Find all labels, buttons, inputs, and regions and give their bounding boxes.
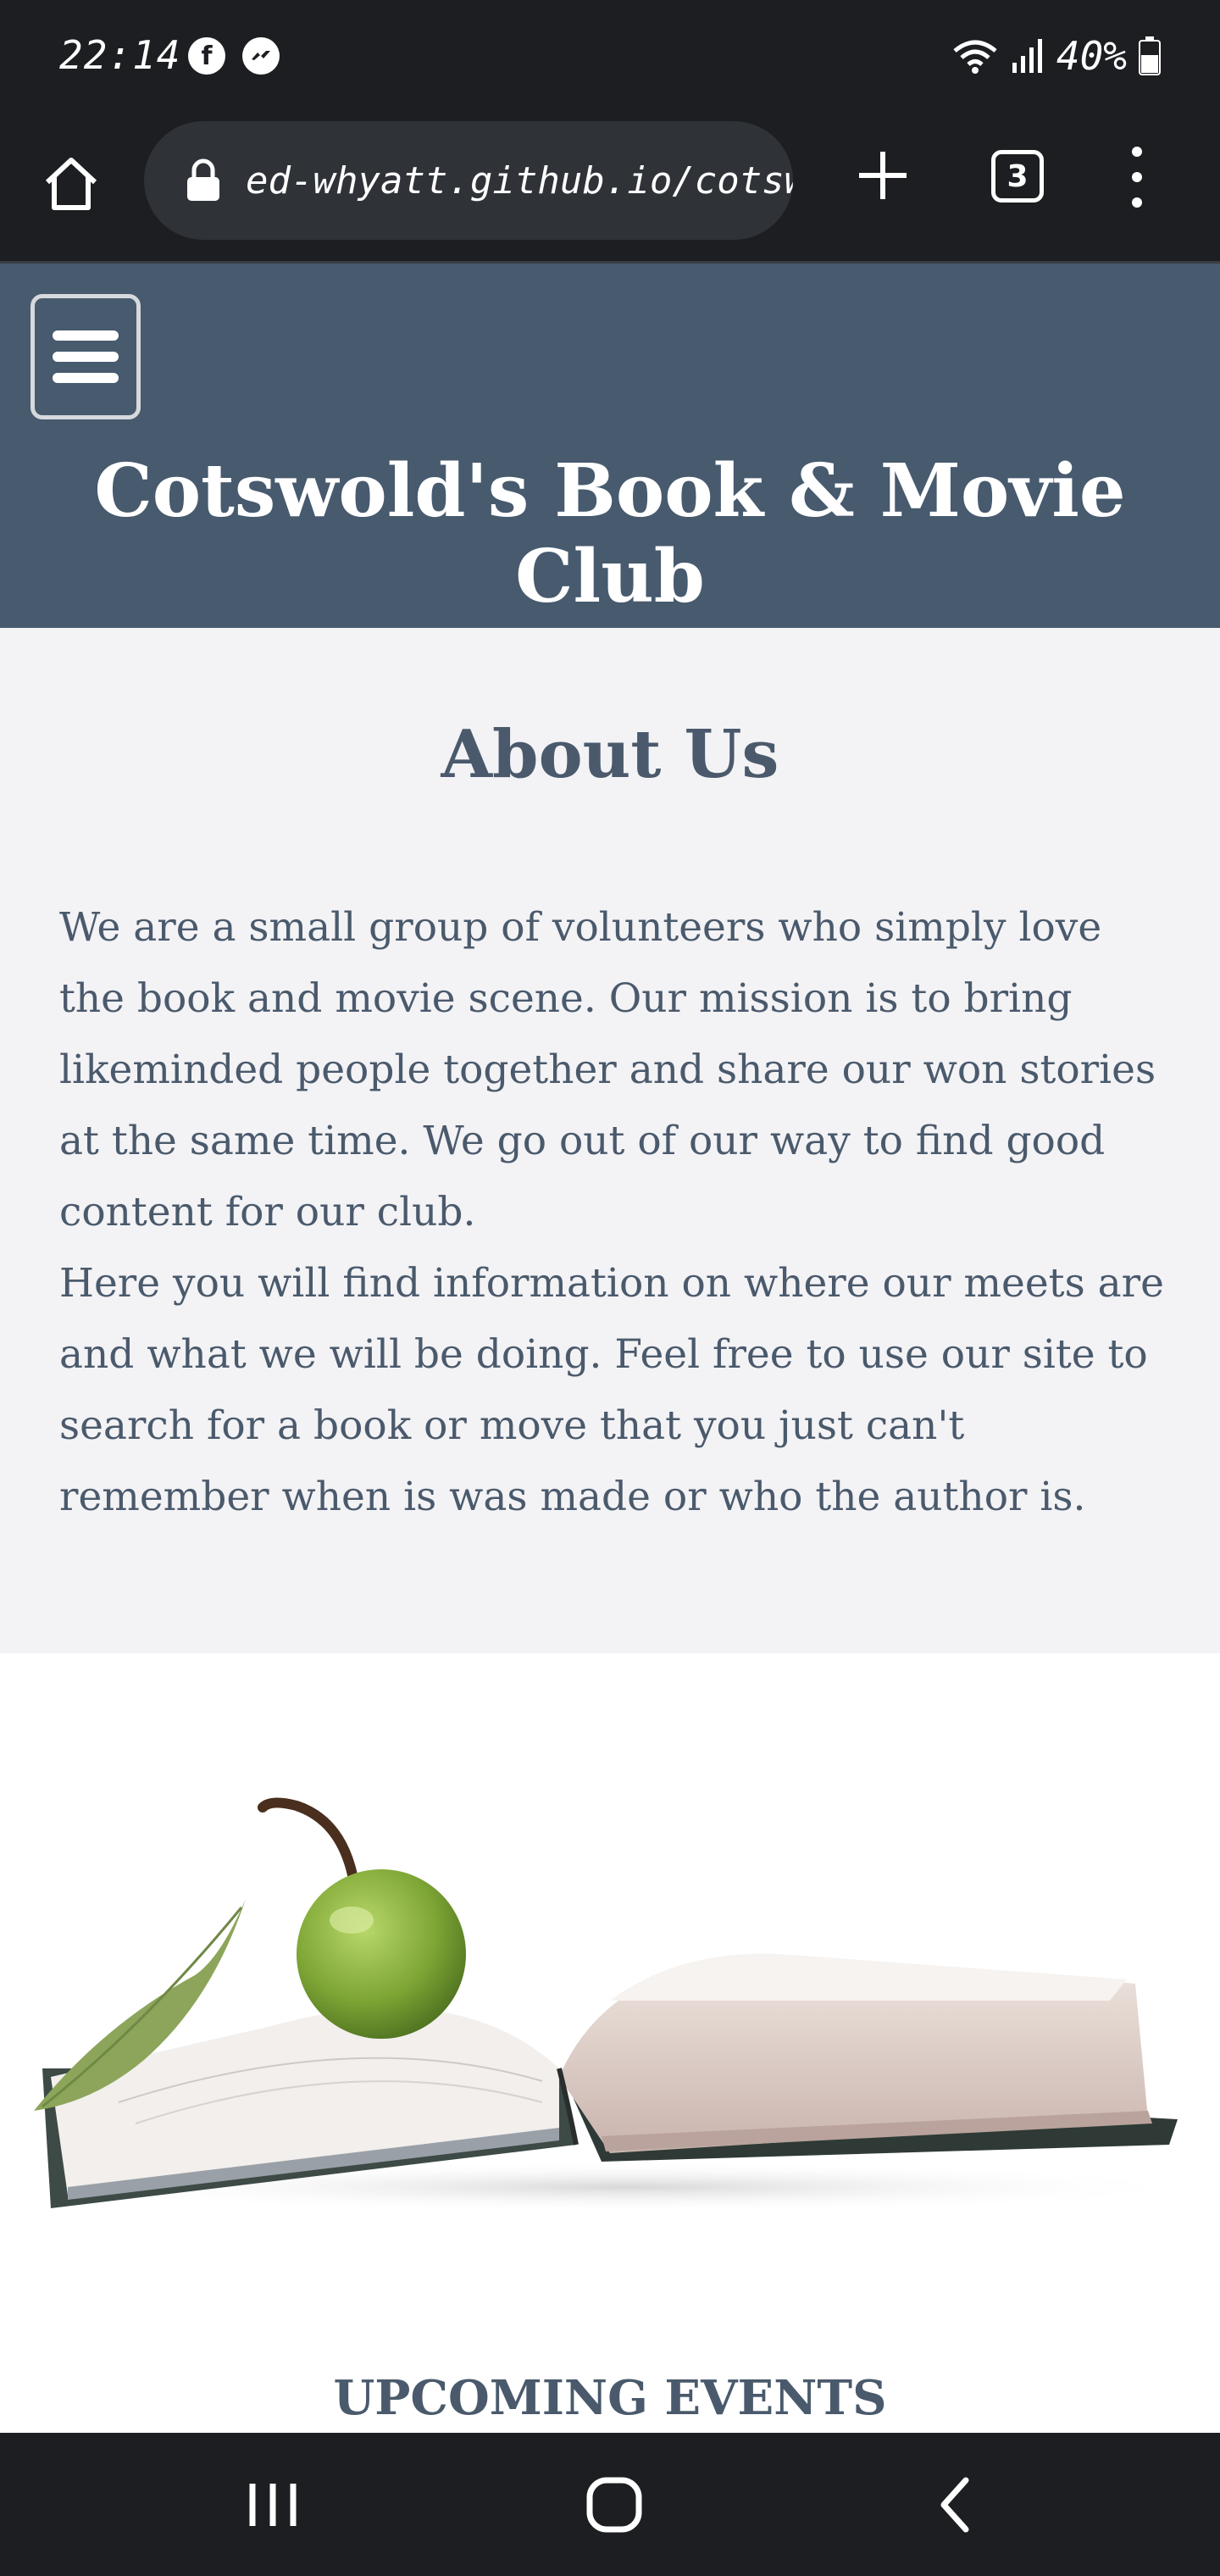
new-tab-icon[interactable]	[852, 145, 913, 206]
messenger-icon	[242, 37, 280, 75]
status-indicators: 40%	[951, 31, 1161, 81]
about-paragraph: We are a small group of volunteers who s…	[59, 904, 1156, 1235]
recent-apps-icon[interactable]	[239, 2475, 307, 2534]
signal-icon	[1012, 39, 1042, 73]
status-time: 22:14	[59, 32, 181, 78]
system-nav-bar	[0, 2433, 1220, 2576]
book-and-apple-image	[34, 1797, 1203, 2212]
url-text[interactable]: ed-whyatt.github.io/cotswo	[246, 159, 793, 203]
site-header: Cotswold's Book & Movie Club	[0, 264, 1220, 628]
hamburger-icon-bar	[53, 330, 119, 341]
home-icon[interactable]	[41, 153, 102, 214]
about-paragraph: Here you will find information on where …	[59, 1260, 1164, 1520]
wifi-icon	[953, 40, 997, 74]
battery-percent: 40%	[1056, 33, 1127, 79]
hamburger-icon-bar	[53, 373, 119, 383]
about-section: About Us We are a small group of volunte…	[0, 628, 1220, 1653]
site-title: Cotswold's Book & Movie Club	[94, 448, 1126, 619]
lock-icon	[187, 158, 219, 201]
hamburger-menu-button[interactable]	[30, 294, 141, 419]
tab-switcher-button[interactable]: 3	[991, 150, 1044, 203]
home-nav-icon[interactable]	[580, 2475, 648, 2534]
back-icon[interactable]	[922, 2475, 990, 2534]
image-section: UPCOMING EVENTS	[0, 1653, 1220, 2433]
status-bar: 22:14 f 40%	[0, 0, 1220, 114]
browser-toolbar: ed-whyatt.github.io/cotswo 3	[0, 114, 1220, 264]
about-text: We are a small group of volunteers who s…	[59, 892, 1178, 1533]
events-heading: UPCOMING EVENTS	[333, 2370, 887, 2426]
facebook-icon: f	[188, 37, 225, 75]
more-options-icon[interactable]	[1120, 142, 1154, 213]
about-heading: About Us	[441, 716, 779, 793]
address-bar[interactable]: ed-whyatt.github.io/cotswo	[144, 121, 793, 240]
battery-icon	[1139, 36, 1161, 75]
hamburger-icon-bar	[53, 352, 119, 362]
